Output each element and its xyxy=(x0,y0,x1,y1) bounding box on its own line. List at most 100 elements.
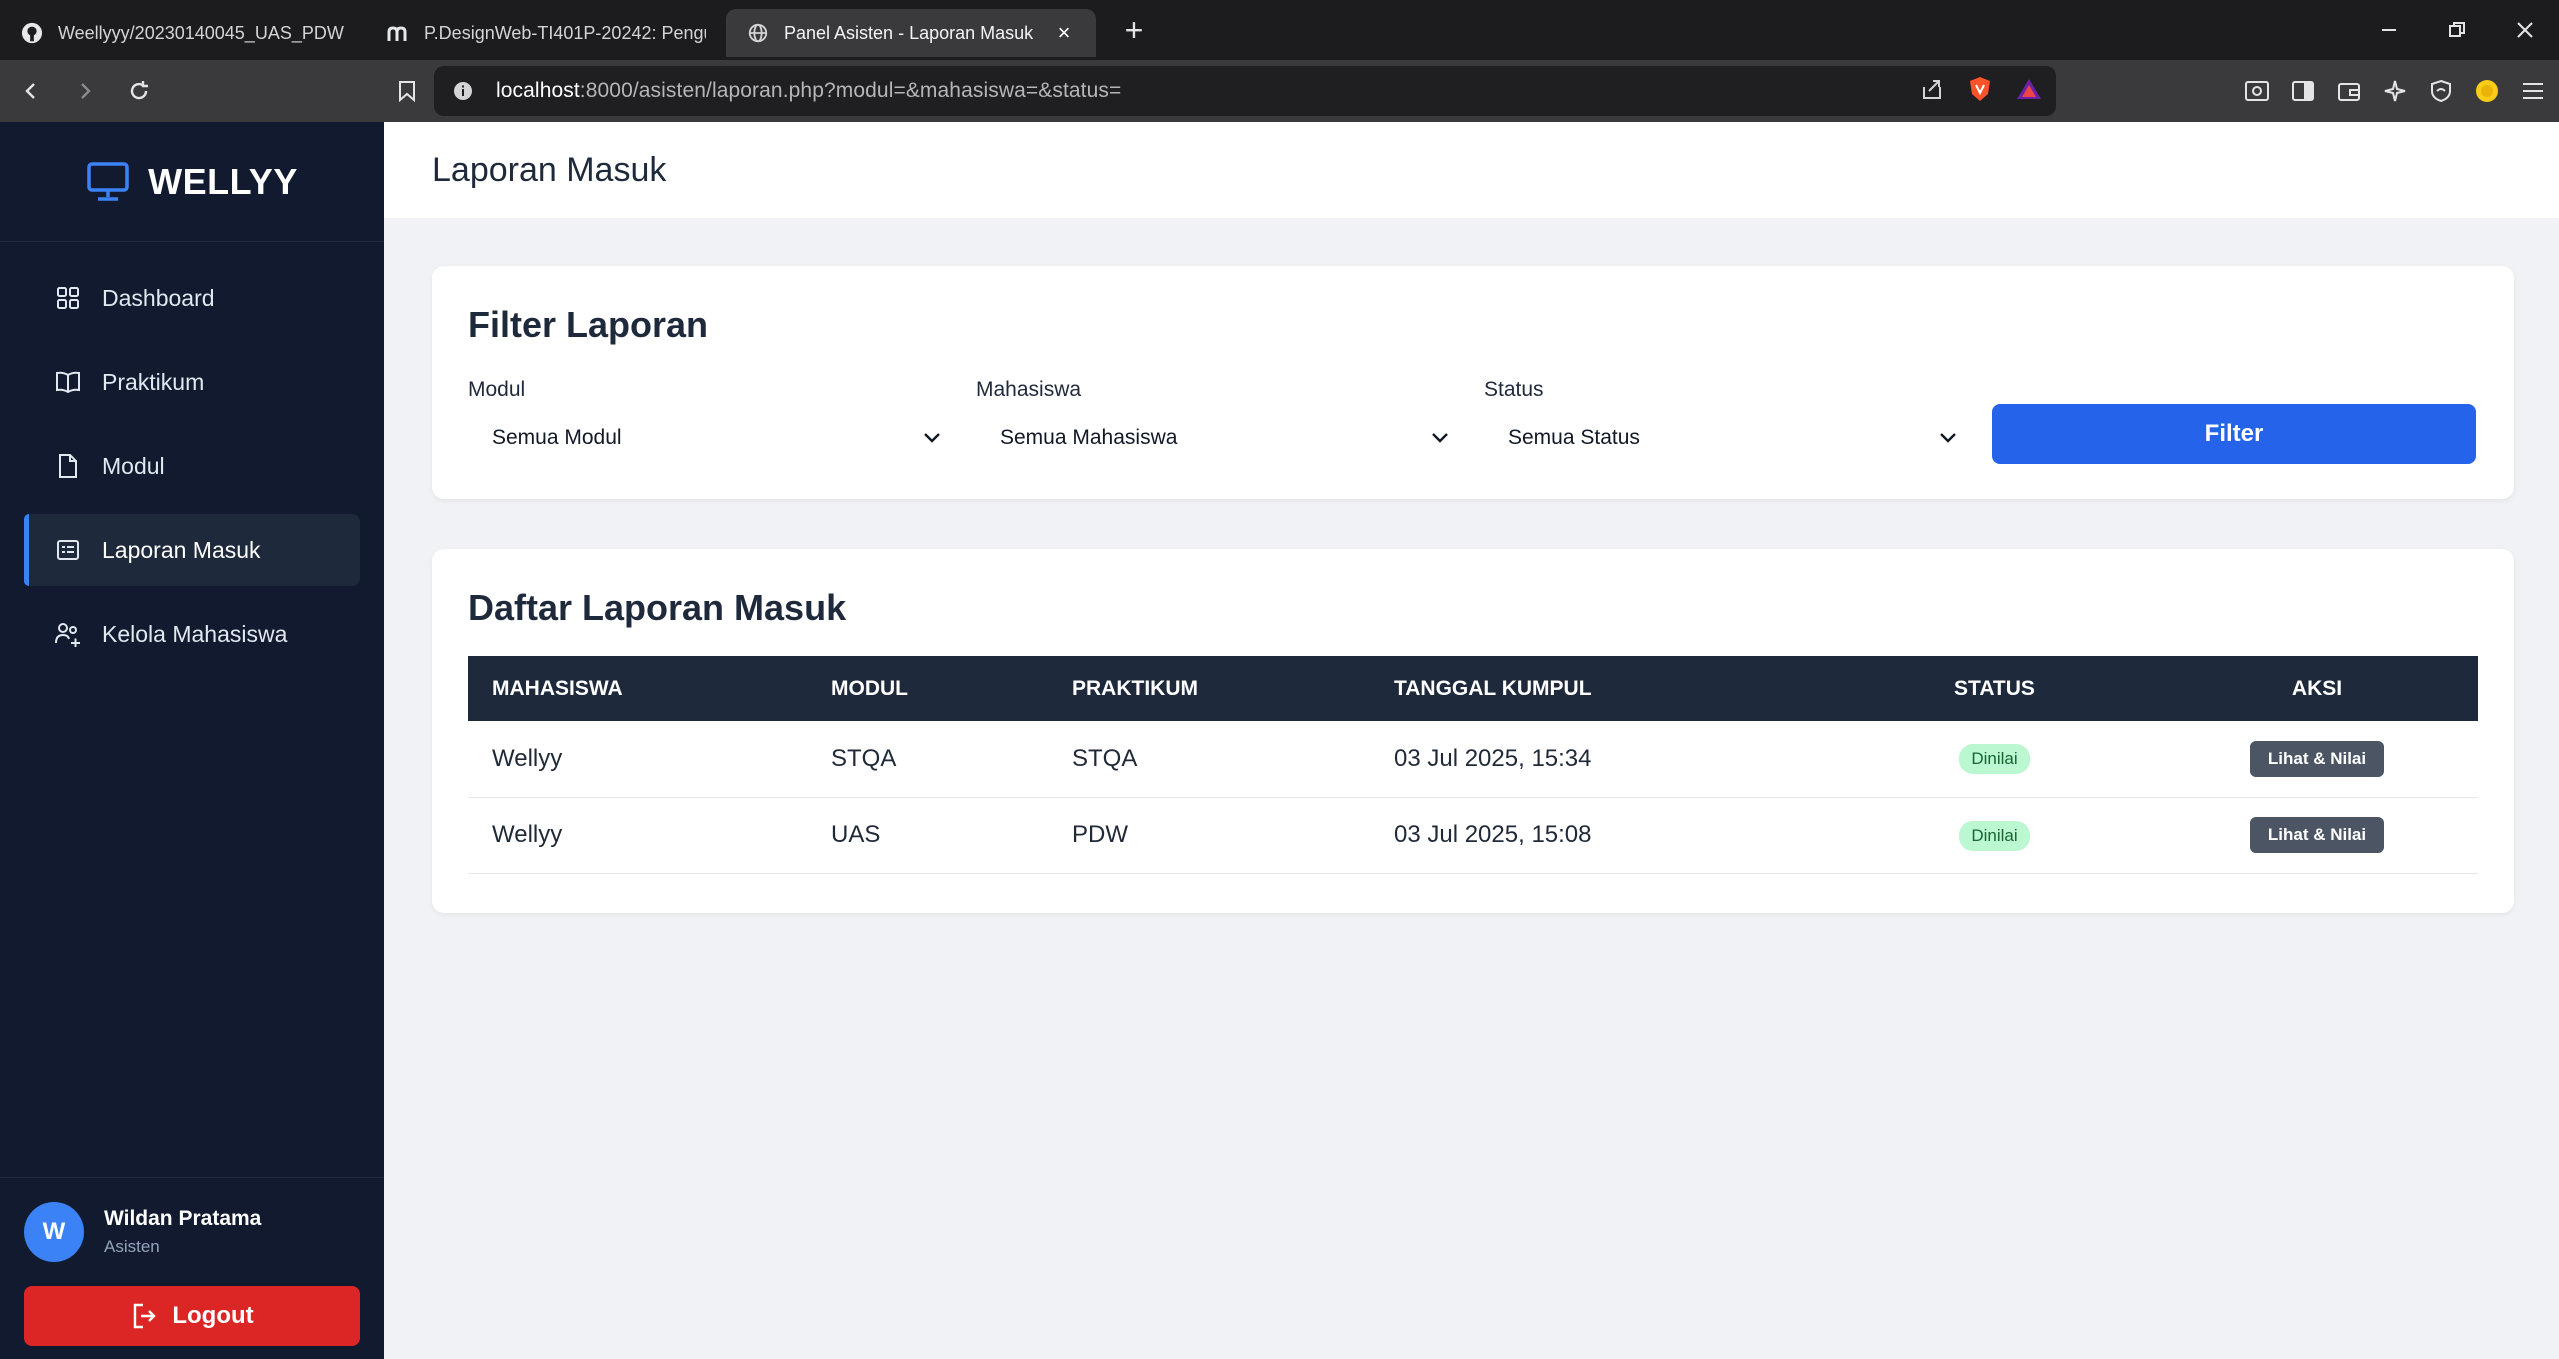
column-header: Status xyxy=(1954,676,2035,700)
user-panel: W Wildan Pratama Asisten Logout xyxy=(0,1177,384,1359)
filter-card: Filter Laporan Modul Semua Modul Mahasis… xyxy=(432,266,2514,499)
chevron-down-icon xyxy=(1428,426,1452,450)
sidebar-item-dashboard[interactable]: Dashboard xyxy=(24,262,360,334)
url-host: localhost xyxy=(496,79,580,102)
main-content: Laporan Masuk Filter Laporan Modul Semua… xyxy=(384,122,2559,1359)
sidebar: WELLYY Dashboard Praktikum Modul Laporan… xyxy=(0,122,384,1359)
logout-button[interactable]: Logout xyxy=(24,1286,360,1346)
sidebar-item-modul[interactable]: Modul xyxy=(24,430,360,502)
restore-icon[interactable] xyxy=(2423,0,2491,60)
report-list-title: Daftar Laporan Masuk xyxy=(468,587,847,628)
wallet-icon[interactable] xyxy=(2331,73,2367,109)
new-tab-button[interactable]: + xyxy=(1114,10,1154,50)
moodle-icon xyxy=(386,21,410,45)
chevron-down-icon xyxy=(920,426,944,450)
back-icon[interactable] xyxy=(8,68,54,114)
close-window-icon[interactable] xyxy=(2491,0,2559,60)
column-header: Tanggal Kumpul xyxy=(1394,676,1592,700)
column-header: Praktikum xyxy=(1072,676,1198,700)
profile-icon[interactable] xyxy=(2469,73,2505,109)
report-icon xyxy=(54,536,82,564)
url-text: localhost:8000/asisten/laporan.php?modul… xyxy=(496,79,1121,103)
browser-tab-github[interactable]: Weellyyy/20230140045_UAS_PDW xyxy=(0,9,366,57)
mahasiswa-select-value: Semua Mahasiswa xyxy=(1000,426,1178,449)
browser-tab-active[interactable]: Panel Asisten - Laporan Masuk × xyxy=(726,9,1096,57)
screenshot-icon[interactable] xyxy=(2239,73,2275,109)
minimize-icon[interactable] xyxy=(2355,0,2423,60)
filter-mahasiswa-group: Mahasiswa Semua Mahasiswa xyxy=(976,378,1456,458)
sidebar-item-label: Laporan Masuk xyxy=(102,536,261,563)
site-info-icon[interactable] xyxy=(448,76,478,106)
tab-label: Weellyyy/20230140045_UAS_PDW xyxy=(58,22,344,43)
cell-status: Dinilai xyxy=(1833,721,2156,797)
url-path: :8000/asisten/laporan.php?modul=&mahasis… xyxy=(579,79,1122,102)
brave-shield-icon[interactable] xyxy=(1968,76,1992,107)
report-table: Mahasiswa Modul Praktikum Tanggal Kumpul… xyxy=(468,656,2478,874)
brand[interactable]: WELLYY xyxy=(0,122,384,242)
leo-ai-icon[interactable] xyxy=(2377,73,2413,109)
sidebar-item-praktikum[interactable]: Praktikum xyxy=(24,346,360,418)
globe-icon xyxy=(746,21,770,45)
filter-status-label: Status xyxy=(1484,378,1544,401)
view-grade-button[interactable]: Lihat & Nilai xyxy=(2249,740,2385,777)
forward-icon[interactable] xyxy=(62,68,108,114)
table-header-row: Mahasiswa Modul Praktikum Tanggal Kumpul… xyxy=(468,656,2478,721)
filter-status-group: Status Semua Status xyxy=(1484,378,1964,458)
sidebar-item-label: Dashboard xyxy=(102,284,215,311)
browser-tab-bar: Weellyyy/20230140045_UAS_PDW P.DesignWeb… xyxy=(0,0,2559,60)
cell-mahasiswa: Wellyy xyxy=(492,821,563,848)
reload-icon[interactable] xyxy=(116,68,162,114)
users-icon xyxy=(54,620,82,648)
status-select[interactable]: Semua Status xyxy=(1484,418,1964,458)
logout-icon xyxy=(130,1302,158,1330)
sidebar-item-laporan-masuk[interactable]: Laporan Masuk xyxy=(24,514,360,586)
book-icon xyxy=(54,368,82,396)
status-badge: Dinilai xyxy=(1959,820,2030,851)
filter-modul-group: Modul Semua Modul xyxy=(468,378,948,458)
filter-mahasiswa-label: Mahasiswa xyxy=(976,378,1082,401)
modul-select[interactable]: Semua Modul xyxy=(468,418,948,458)
menu-icon[interactable] xyxy=(2515,73,2551,109)
tab-label: P.DesignWeb-TI401P-20242: Pengum xyxy=(424,22,706,43)
sidebar-item-label: Kelola Mahasiswa xyxy=(102,620,288,647)
table-row: Wellyy STQA STQA 03 Jul 2025, 15:34 Dini… xyxy=(468,721,2478,797)
user-role: Asisten xyxy=(104,1237,160,1256)
column-header: Aksi xyxy=(2291,676,2343,700)
status-badge: Dinilai xyxy=(1959,744,2030,775)
close-icon[interactable]: × xyxy=(1052,20,1076,45)
page-title: Laporan Masuk xyxy=(432,150,667,189)
user-info: W Wildan Pratama Asisten xyxy=(24,1202,360,1262)
cell-status: Dinilai xyxy=(1833,797,2156,873)
column-header: Mahasiswa xyxy=(492,676,623,700)
browser-tab-moodle[interactable]: P.DesignWeb-TI401P-20242: Pengum xyxy=(366,9,726,57)
cell-modul: STQA xyxy=(831,744,897,772)
status-select-value: Semua Status xyxy=(1508,426,1640,449)
table-row: Wellyy UAS PDW 03 Jul 2025, 15:08 Dinila… xyxy=(468,797,2478,873)
brand-name: WELLYY xyxy=(148,160,298,202)
tab-label: Panel Asisten - Laporan Masuk xyxy=(784,22,1034,43)
sidebar-item-label: Modul xyxy=(102,452,165,479)
filter-title: Filter Laporan xyxy=(468,304,709,345)
sidebar-item-label: Praktikum xyxy=(102,368,205,395)
address-bar[interactable]: localhost:8000/asisten/laporan.php?modul… xyxy=(434,66,2056,116)
brave-rewards-icon[interactable] xyxy=(2016,77,2042,106)
page-header: Laporan Masuk xyxy=(384,122,2559,218)
sidebar-toggle-icon[interactable] xyxy=(2285,73,2321,109)
sidebar-item-kelola-mahasiswa[interactable]: Kelola Mahasiswa xyxy=(24,598,360,670)
view-grade-button[interactable]: Lihat & Nilai xyxy=(2249,817,2385,853)
filter-button[interactable]: Filter xyxy=(1992,404,2476,464)
mahasiswa-select[interactable]: Semua Mahasiswa xyxy=(976,418,1456,458)
browser-extensions xyxy=(2239,60,2551,122)
vpn-shield-icon[interactable] xyxy=(2423,73,2459,109)
cell-aksi: Lihat & Nilai xyxy=(2156,721,2478,797)
cell-modul: UAS xyxy=(831,821,881,848)
share-icon[interactable] xyxy=(1920,77,1944,106)
cell-praktikum: PDW xyxy=(1072,821,1128,848)
bookmark-icon[interactable] xyxy=(384,68,430,114)
filter-modul-label: Modul xyxy=(468,378,526,401)
user-name: Wildan Pratama xyxy=(104,1207,262,1230)
column-header: Modul xyxy=(831,676,908,700)
monitor-icon xyxy=(86,160,130,204)
sidebar-menu: Dashboard Praktikum Modul Laporan Masuk … xyxy=(0,242,384,670)
cell-praktikum: STQA xyxy=(1072,744,1138,772)
